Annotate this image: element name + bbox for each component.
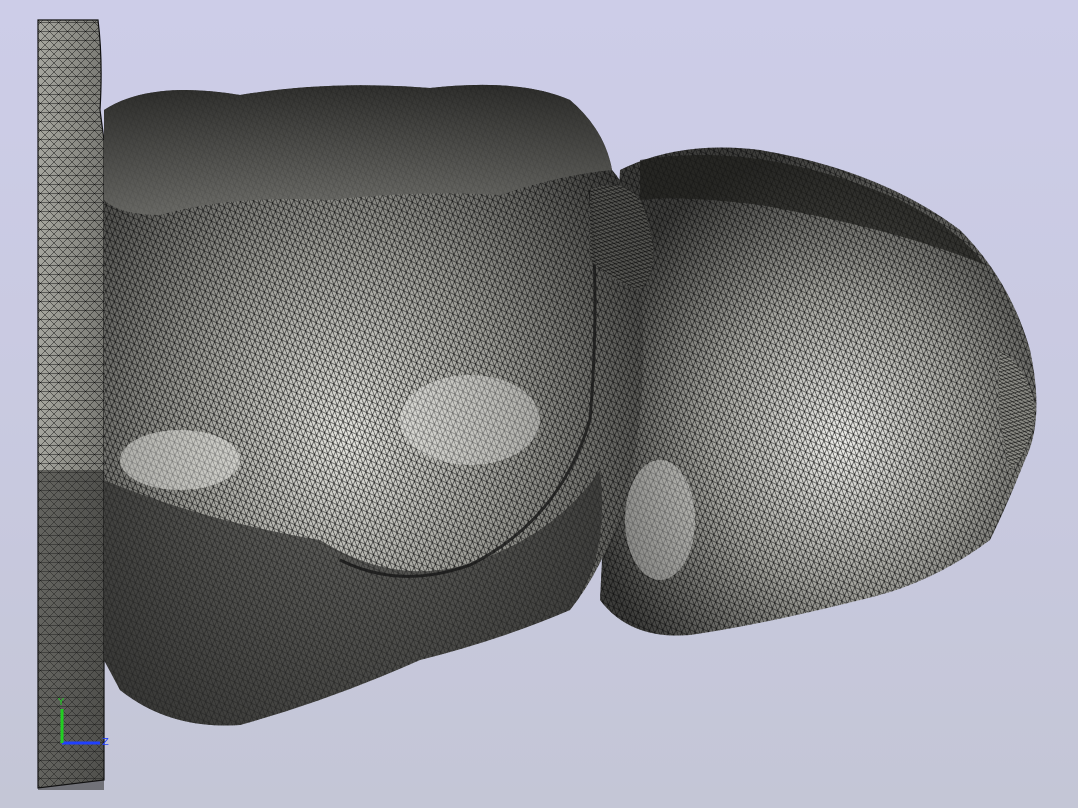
- axis-triad: Y Z: [57, 697, 109, 748]
- mesh-plate[interactable]: [37, 19, 105, 790]
- 3d-viewport[interactable]: [0, 0, 1078, 808]
- mesh-model[interactable]: [37, 19, 1037, 790]
- mesh-body[interactable]: [104, 84, 695, 726]
- z-axis-label: Z: [102, 737, 109, 748]
- y-axis-label: Y: [57, 697, 65, 708]
